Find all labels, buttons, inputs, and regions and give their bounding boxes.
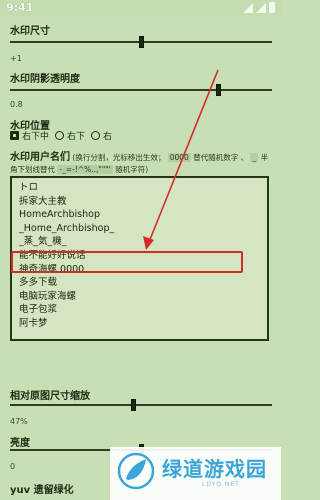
leaf-logo-icon	[117, 452, 155, 490]
slider-track	[10, 404, 272, 406]
site-watermark: 绿道游戏园 LDYQ.NET	[110, 447, 281, 500]
watermark-subtext: LDYQ.NET	[202, 481, 240, 488]
yuv-label: yuv 遗留绿化	[10, 485, 74, 496]
relative-size-value: 47%	[10, 417, 28, 426]
slider-thumb[interactable]	[131, 399, 136, 411]
brightness-value: 0	[10, 462, 16, 471]
watermark-text: 绿道游戏园	[162, 457, 267, 481]
relative-size-slider[interactable]	[10, 399, 272, 411]
annotation-arrow	[143, 69, 219, 250]
